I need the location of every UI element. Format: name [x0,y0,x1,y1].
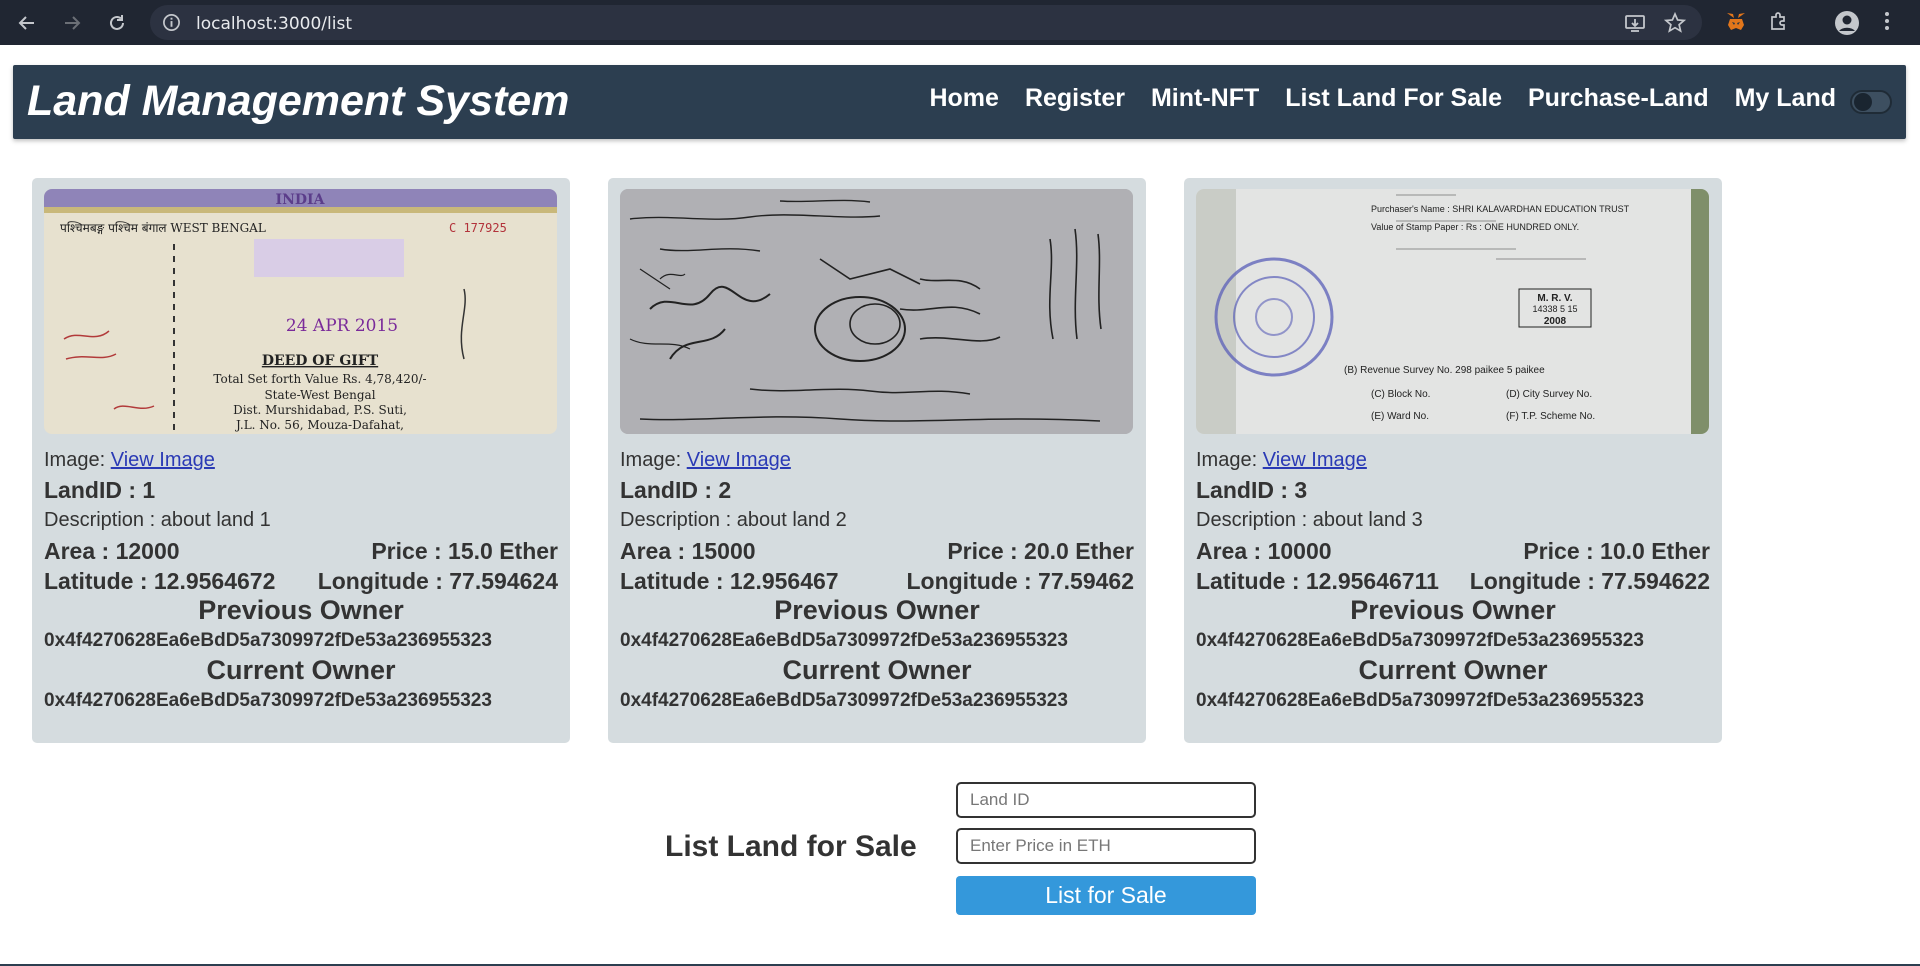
deed-value-text: Total Set forth Value Rs. 4,78,420/- [213,372,426,386]
land-description: Description : about land 1 [44,509,271,531]
land-card: Purchaser's Name : SHRI KALAVARDHAN EDUC… [1184,178,1722,743]
tp-scheme-text: (F) T.P. Scheme No. [1506,411,1595,422]
previous-owner-heading: Previous Owner [1350,595,1556,625]
app-title: Land Management System [27,77,570,125]
coordinates-row: Latitude : 12.95646711 Longitude : 77.594… [1196,568,1710,595]
land-longitude: Longitude : 77.594622 [1469,568,1710,594]
previous-owner-address: 0x4f4270628Ea6eBdD5a7309972fDe53a2369553… [620,630,1068,651]
stamp-mrv-text: M. R. V. [1537,293,1572,304]
stamp-number-text: 14338 5 15 [1532,304,1577,314]
current-owner-address: 0x4f4270628Ea6eBdD5a7309972fDe53a2369553… [1196,690,1644,711]
land-description: Description : about land 2 [620,509,847,531]
survey-number-text: (B) Revenue Survey No. 298 paikee 5 paik… [1344,365,1545,376]
view-image-link[interactable]: View Image [111,449,215,471]
more-menu-icon[interactable] [1884,10,1890,32]
install-app-icon[interactable] [1624,12,1646,34]
image-label: Image: [44,449,106,471]
image-label: Image: [620,449,682,471]
stamp-country-text: INDIA [276,192,326,208]
previous-owner-heading: Previous Owner [198,595,404,625]
land-id: LandID : 1 [44,477,156,503]
site-info-icon[interactable] [162,13,181,32]
profile-avatar-icon[interactable] [1834,10,1860,36]
image-link-row: Image: View Image [1196,449,1710,472]
land-area: Area : 10000 [1196,538,1332,564]
list-land-title: List Land for Sale [665,830,917,863]
list-for-sale-button[interactable]: List for Sale [956,876,1256,915]
coordinates-row: Latitude : 12.956467 Longitude : 77.59462 [620,568,1134,595]
area-price-row: Area : 10000 Price : 10.0 Ether [1196,538,1710,565]
app-header: Land Management System Home Register Min… [13,65,1906,139]
nav-list-land-for-sale[interactable]: List Land For Sale [1285,84,1502,113]
land-area: Area : 12000 [44,538,180,564]
ward-number-text: (E) Ward No. [1371,411,1429,422]
stamp-serial-text: C 177925 [449,221,507,235]
land-latitude: Latitude : 12.95646711 [1196,568,1439,594]
browser-toolbar: localhost:3000/list [0,0,1920,45]
previous-owner-address: 0x4f4270628Ea6eBdD5a7309972fDe53a2369553… [44,630,492,651]
land-price: Price : 10.0 Ether [1523,538,1710,564]
bookmark-star-icon[interactable] [1664,12,1686,34]
stamp-value-text: Value of Stamp Paper : Rs : ONE HUNDRED … [1371,222,1579,232]
toggle-knob [1854,93,1872,111]
land-latitude: Latitude : 12.9564672 [44,568,276,594]
extensions-puzzle-icon[interactable] [1768,10,1790,32]
deed-district-text: Dist. Murshidabad, P.S. Suti, [233,403,407,417]
price-input[interactable] [956,828,1256,864]
land-price: Price : 20.0 Ether [947,538,1134,564]
stamp-date-text: 24 APR 2015 [286,316,398,336]
view-image-link[interactable]: View Image [1263,449,1367,471]
metamask-fox-icon[interactable] [1724,10,1748,34]
current-owner-heading: Current Owner [206,655,396,685]
view-image-link[interactable]: View Image [687,449,791,471]
block-number-text: (C) Block No. [1371,389,1430,400]
area-price-row: Area : 15000 Price : 20.0 Ether [620,538,1134,565]
address-bar[interactable]: localhost:3000/list [150,5,1702,40]
land-area: Area : 15000 [620,538,756,564]
land-longitude: Longitude : 77.594624 [317,568,558,594]
theme-toggle[interactable] [1850,90,1892,114]
stamp-year-text: 2008 [1544,316,1567,327]
land-id: LandID : 2 [620,477,732,503]
land-id-input[interactable] [956,782,1256,818]
current-owner-heading: Current Owner [1358,655,1548,685]
image-link-row: Image: View Image [44,449,558,472]
back-arrow-icon[interactable] [15,11,39,35]
deed-title-text: DEED OF GIFT [262,353,379,369]
nav-mint-nft[interactable]: Mint-NFT [1151,84,1259,113]
forward-arrow-icon[interactable] [60,11,84,35]
url-text: localhost:3000/list [196,14,352,34]
land-image: Purchaser's Name : SHRI KALAVARDHAN EDUC… [1196,189,1709,434]
nav-my-land[interactable]: My Land [1735,84,1836,113]
previous-owner-heading: Previous Owner [774,595,980,625]
land-image [620,189,1133,434]
current-owner-address: 0x4f4270628Ea6eBdD5a7309972fDe53a2369553… [44,690,492,711]
nav-register[interactable]: Register [1025,84,1125,113]
coordinates-row: Latitude : 12.9564672 Longitude : 77.5946… [44,568,558,595]
deed-state-text: State-West Bengal [264,388,375,402]
land-longitude: Longitude : 77.59462 [906,568,1134,594]
land-latitude: Latitude : 12.956467 [620,568,839,594]
current-owner-heading: Current Owner [782,655,972,685]
deed-mouza-text: J.L. No. 56, Mouza-Dafahat, [234,418,404,432]
image-link-row: Image: View Image [620,449,1134,472]
land-image: INDIA पश्चिमबङ्ग पश्चिम बंगाल WEST BENGA… [44,189,557,434]
land-card: Image: View Image LandID : 2 Description… [608,178,1146,743]
previous-owner-address: 0x4f4270628Ea6eBdD5a7309972fDe53a2369553… [1196,630,1644,651]
land-description: Description : about land 3 [1196,509,1423,531]
main-nav: Home Register Mint-NFT List Land For Sal… [929,84,1836,113]
nav-purchase-land[interactable]: Purchase-Land [1528,84,1709,113]
reload-icon[interactable] [105,11,129,35]
land-id: LandID : 3 [1196,477,1308,503]
area-price-row: Area : 12000 Price : 15.0 Ether [44,538,558,565]
nav-home[interactable]: Home [929,84,998,113]
land-card: INDIA पश्चिमबङ्ग पश्चिम बंगाल WEST BENGA… [32,178,570,743]
stamp-purchaser-text: Purchaser's Name : SHRI KALAVARDHAN EDUC… [1371,204,1630,214]
city-survey-text: (D) City Survey No. [1506,389,1592,400]
image-label: Image: [1196,449,1258,471]
stamp-state-text: पश्चिमबङ्ग पश्चिम बंगाल WEST BENGAL [60,221,266,235]
current-owner-address: 0x4f4270628Ea6eBdD5a7309972fDe53a2369553… [620,690,1068,711]
land-price: Price : 15.0 Ether [371,538,558,564]
